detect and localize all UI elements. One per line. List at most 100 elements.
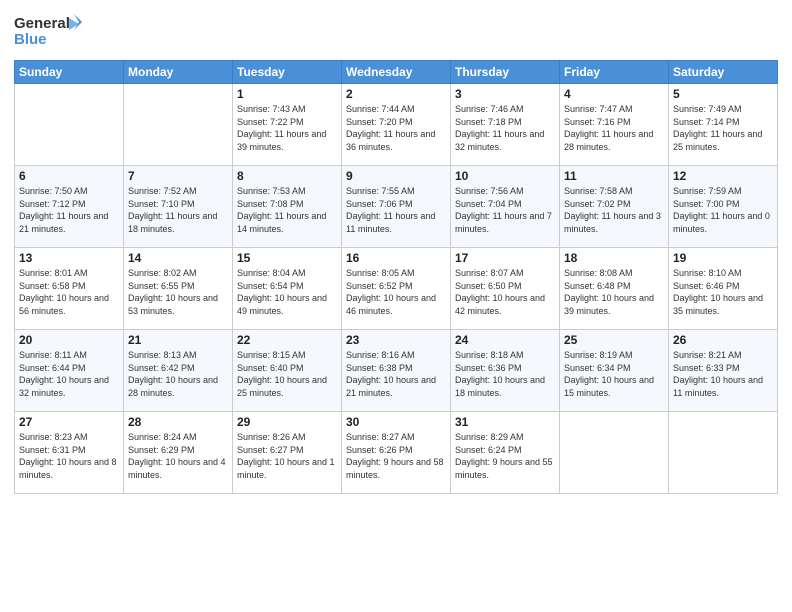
calendar-cell: 11Sunrise: 7:58 AMSunset: 7:02 PMDayligh… bbox=[560, 166, 669, 248]
day-number: 29 bbox=[237, 415, 337, 429]
day-number: 18 bbox=[564, 251, 664, 265]
calendar-cell: 18 Sunrise: 8:08 AMSunset: 6:48 PMDayligh… bbox=[560, 248, 669, 330]
day-info: Sunrise: 8:13 AMSunset: 6:42 PMDaylight:… bbox=[128, 349, 228, 399]
sunset-text: Sunset: 6:34 PM bbox=[564, 362, 664, 375]
daylight-text: Daylight: 11 hours and 21 minutes. bbox=[19, 210, 119, 235]
day-number: 26 bbox=[673, 333, 773, 347]
calendar-cell: 22Sunrise: 8:15 AMSunset: 6:40 PMDayligh… bbox=[233, 330, 342, 412]
calendar-cell: 27Sunrise: 8:23 AMSunset: 6:31 PMDayligh… bbox=[15, 412, 124, 494]
svg-text:Blue: Blue bbox=[14, 31, 47, 48]
calendar-cell: 6 Sunrise: 7:50 AMSunset: 7:12 PMDaylight… bbox=[15, 166, 124, 248]
daylight-text: Daylight: 9 hours and 58 minutes. bbox=[346, 456, 446, 481]
day-number: 12 bbox=[673, 169, 773, 183]
day-number: 15 bbox=[237, 251, 337, 265]
week-row-5: 27Sunrise: 8:23 AMSunset: 6:31 PMDayligh… bbox=[15, 412, 778, 494]
sunset-text: Sunset: 6:31 PM bbox=[19, 444, 119, 457]
header: General Blue bbox=[14, 10, 778, 54]
calendar-cell: 7Sunrise: 7:52 AMSunset: 7:10 PMDaylight… bbox=[124, 166, 233, 248]
sunset-text: Sunset: 6:50 PM bbox=[455, 280, 555, 293]
sunrise-text: Sunrise: 7:50 AM bbox=[19, 185, 119, 198]
sunset-text: Sunset: 7:18 PM bbox=[455, 116, 555, 129]
day-info: Sunrise: 8:05 AMSunset: 6:52 PMDaylight:… bbox=[346, 267, 446, 317]
calendar-cell: 28Sunrise: 8:24 AMSunset: 6:29 PMDayligh… bbox=[124, 412, 233, 494]
calendar-cell bbox=[15, 84, 124, 166]
calendar-cell: 8 Sunrise: 7:53 AMSunset: 7:08 PMDaylight… bbox=[233, 166, 342, 248]
calendar-cell: 10Sunrise: 7:56 AMSunset: 7:04 PMDayligh… bbox=[451, 166, 560, 248]
sunrise-text: Sunrise: 8:10 AM bbox=[673, 267, 773, 280]
sunrise-text: Sunrise: 8:05 AM bbox=[346, 267, 446, 280]
day-number: 8 bbox=[237, 169, 337, 183]
weekday-sunday: Sunday bbox=[15, 61, 124, 84]
daylight-text: Daylight: 11 hours and 18 minutes. bbox=[128, 210, 228, 235]
daylight-text: Daylight: 11 hours and 7 minutes. bbox=[455, 210, 555, 235]
logo-svg: General Blue bbox=[14, 10, 84, 54]
calendar-cell: 17Sunrise: 8:07 AMSunset: 6:50 PMDayligh… bbox=[451, 248, 560, 330]
day-number: 27 bbox=[19, 415, 119, 429]
sunset-text: Sunset: 7:12 PM bbox=[19, 198, 119, 211]
sunrise-text: Sunrise: 8:27 AM bbox=[346, 431, 446, 444]
calendar-cell: 20Sunrise: 8:11 AMSunset: 6:44 PMDayligh… bbox=[15, 330, 124, 412]
day-info: Sunrise: 8:07 AMSunset: 6:50 PMDaylight:… bbox=[455, 267, 555, 317]
day-number: 30 bbox=[346, 415, 446, 429]
day-info: Sunrise: 7:43 AMSunset: 7:22 PMDaylight:… bbox=[237, 103, 337, 153]
sunset-text: Sunset: 7:14 PM bbox=[673, 116, 773, 129]
calendar-cell: 9Sunrise: 7:55 AMSunset: 7:06 PMDaylight… bbox=[342, 166, 451, 248]
day-number: 24 bbox=[455, 333, 555, 347]
sunset-text: Sunset: 7:20 PM bbox=[346, 116, 446, 129]
calendar-cell: 16 Sunrise: 8:05 AMSunset: 6:52 PMDayligh… bbox=[342, 248, 451, 330]
calendar-cell: 3Sunrise: 7:46 AMSunset: 7:18 PMDaylight… bbox=[451, 84, 560, 166]
day-info: Sunrise: 8:10 AMSunset: 6:46 PMDaylight:… bbox=[673, 267, 773, 317]
sunrise-text: Sunrise: 8:08 AM bbox=[564, 267, 664, 280]
calendar-cell: 19 Sunrise: 8:10 AMSunset: 6:46 PMDayligh… bbox=[669, 248, 778, 330]
calendar-cell: 23Sunrise: 8:16 AMSunset: 6:38 PMDayligh… bbox=[342, 330, 451, 412]
calendar-cell: 15Sunrise: 8:04 AMSunset: 6:54 PMDayligh… bbox=[233, 248, 342, 330]
calendar-cell: 4Sunrise: 7:47 AMSunset: 7:16 PMDaylight… bbox=[560, 84, 669, 166]
sunrise-text: Sunrise: 8:13 AM bbox=[128, 349, 228, 362]
sunrise-text: Sunrise: 8:29 AM bbox=[455, 431, 555, 444]
week-row-4: 20Sunrise: 8:11 AMSunset: 6:44 PMDayligh… bbox=[15, 330, 778, 412]
day-number: 7 bbox=[128, 169, 228, 183]
day-number: 28 bbox=[128, 415, 228, 429]
day-info: Sunrise: 7:53 AMSunset: 7:08 PMDaylight:… bbox=[237, 185, 337, 235]
daylight-text: Daylight: 11 hours and 28 minutes. bbox=[564, 128, 664, 153]
sunrise-text: Sunrise: 8:18 AM bbox=[455, 349, 555, 362]
day-info: Sunrise: 8:11 AMSunset: 6:44 PMDaylight:… bbox=[19, 349, 119, 399]
sunset-text: Sunset: 7:04 PM bbox=[455, 198, 555, 211]
daylight-text: Daylight: 10 hours and 28 minutes. bbox=[128, 374, 228, 399]
day-info: Sunrise: 8:08 AMSunset: 6:48 PMDaylight:… bbox=[564, 267, 664, 317]
calendar-cell bbox=[124, 84, 233, 166]
sunset-text: Sunset: 6:24 PM bbox=[455, 444, 555, 457]
day-number: 13 bbox=[19, 251, 119, 265]
day-number: 6 bbox=[19, 169, 119, 183]
daylight-text: Daylight: 10 hours and 46 minutes. bbox=[346, 292, 446, 317]
day-info: Sunrise: 7:56 AMSunset: 7:04 PMDaylight:… bbox=[455, 185, 555, 235]
day-number: 25 bbox=[564, 333, 664, 347]
logo: General Blue bbox=[14, 10, 84, 54]
daylight-text: Daylight: 10 hours and 8 minutes. bbox=[19, 456, 119, 481]
sunset-text: Sunset: 6:54 PM bbox=[237, 280, 337, 293]
sunset-text: Sunset: 7:02 PM bbox=[564, 198, 664, 211]
calendar-cell bbox=[560, 412, 669, 494]
day-number: 1 bbox=[237, 87, 337, 101]
day-info: Sunrise: 7:47 AMSunset: 7:16 PMDaylight:… bbox=[564, 103, 664, 153]
sunset-text: Sunset: 7:08 PM bbox=[237, 198, 337, 211]
day-info: Sunrise: 8:02 AMSunset: 6:55 PMDaylight:… bbox=[128, 267, 228, 317]
day-number: 19 bbox=[673, 251, 773, 265]
sunrise-text: Sunrise: 7:59 AM bbox=[673, 185, 773, 198]
calendar-cell: 2Sunrise: 7:44 AMSunset: 7:20 PMDaylight… bbox=[342, 84, 451, 166]
sunrise-text: Sunrise: 7:56 AM bbox=[455, 185, 555, 198]
calendar-cell bbox=[669, 412, 778, 494]
daylight-text: Daylight: 10 hours and 1 minute. bbox=[237, 456, 337, 481]
day-number: 16 bbox=[346, 251, 446, 265]
sunrise-text: Sunrise: 8:21 AM bbox=[673, 349, 773, 362]
weekday-friday: Friday bbox=[560, 61, 669, 84]
day-number: 2 bbox=[346, 87, 446, 101]
daylight-text: Daylight: 10 hours and 53 minutes. bbox=[128, 292, 228, 317]
sunset-text: Sunset: 6:48 PM bbox=[564, 280, 664, 293]
weekday-header-row: SundayMondayTuesdayWednesdayThursdayFrid… bbox=[15, 61, 778, 84]
daylight-text: Daylight: 10 hours and 39 minutes. bbox=[564, 292, 664, 317]
day-info: Sunrise: 7:59 AMSunset: 7:00 PMDaylight:… bbox=[673, 185, 773, 235]
calendar-cell: 14Sunrise: 8:02 AMSunset: 6:55 PMDayligh… bbox=[124, 248, 233, 330]
calendar-cell: 24Sunrise: 8:18 AMSunset: 6:36 PMDayligh… bbox=[451, 330, 560, 412]
daylight-text: Daylight: 11 hours and 3 minutes. bbox=[564, 210, 664, 235]
